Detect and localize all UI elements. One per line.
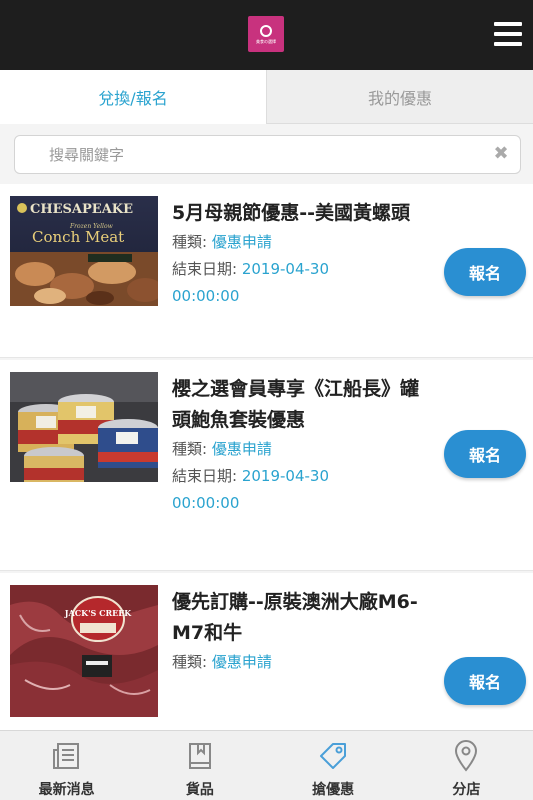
end-date-value: 2019-04-30 xyxy=(241,467,330,485)
book-icon xyxy=(183,739,217,773)
nav-label: 搶優惠 xyxy=(312,782,355,798)
enroll-button[interactable]: 報名 xyxy=(444,248,526,296)
image-product-text: Conch Meat xyxy=(32,228,124,246)
hamburger-menu-icon[interactable] xyxy=(494,22,522,46)
nav-item-deals[interactable]: 搶優惠 xyxy=(267,731,400,800)
category-value: 優惠申請 xyxy=(211,233,272,251)
end-date-label: 結束日期: xyxy=(172,260,238,278)
nav-item-goods[interactable]: 貨品 xyxy=(133,731,266,800)
image-brand-text: CHESAPEAKE xyxy=(30,202,133,217)
search-box: ✖ xyxy=(14,135,521,174)
brand-logo[interactable]: 美食の選擇 xyxy=(248,16,284,52)
offer-category: 種類: 優惠申請 xyxy=(172,229,430,256)
nav-item-news[interactable]: 最新消息 xyxy=(0,731,133,800)
close-icon[interactable]: ✖ xyxy=(492,145,510,163)
nav-item-branches[interactable]: 分店 xyxy=(400,731,533,800)
wagyu-beef-product-image: JACK'S CREEK xyxy=(10,585,158,717)
category-value: 優惠申請 xyxy=(211,653,272,671)
location-pin-icon xyxy=(449,739,483,773)
category-label: 種類: xyxy=(172,653,208,671)
end-time-value: 00:00:00 xyxy=(172,287,240,305)
logo-text: 美食の選擇 xyxy=(256,38,276,44)
tag-icon xyxy=(316,739,350,773)
category-label: 種類: xyxy=(172,233,208,251)
nav-label: 貨品 xyxy=(185,782,214,798)
enroll-button[interactable]: 報名 xyxy=(444,657,526,705)
list-item[interactable]: CHESAPEAKE Frozen Yellow Conch Meat 5月母親… xyxy=(0,184,533,358)
category-value: 優惠申請 xyxy=(211,440,272,458)
end-date-label: 結束日期: xyxy=(172,467,238,485)
enroll-button[interactable]: 報名 xyxy=(444,430,526,478)
offer-title[interactable]: 櫻之選會員專享《江船長》罐頭鮑魚套裝優惠 xyxy=(172,374,430,436)
offer-info: 5月母親節優惠--美國黃螺頭 種類: 優惠申請 結束日期: 2019-04-30… xyxy=(172,198,430,310)
logo-mark-icon xyxy=(260,24,272,37)
category-label: 種類: xyxy=(172,440,208,458)
offer-list: CHESAPEAKE Frozen Yellow Conch Meat 5月母親… xyxy=(0,184,533,733)
nav-label: 分店 xyxy=(452,782,481,798)
end-time-value: 00:00:00 xyxy=(172,494,240,512)
image-brand-text: JACK'S CREEK xyxy=(64,608,133,618)
canned-abalone-product-image xyxy=(10,372,158,482)
list-item[interactable]: JACK'S CREEK 優先訂購--原裝澳洲大廠M6-M7和牛 種類: 優惠申… xyxy=(0,573,533,733)
offer-title[interactable]: 5月母親節優惠--美國黃螺頭 xyxy=(172,198,430,229)
offer-category: 種類: 優惠申請 xyxy=(172,649,430,676)
offer-end-date: 結束日期: 2019-04-30 xyxy=(172,463,430,490)
list-item[interactable]: 櫻之選會員專享《江船長》罐頭鮑魚套裝優惠 種類: 優惠申請 結束日期: 2019… xyxy=(0,360,533,571)
top-bar: 美食の選擇 xyxy=(0,0,533,70)
offer-info: 櫻之選會員專享《江船長》罐頭鮑魚套裝優惠 種類: 優惠申請 結束日期: 2019… xyxy=(172,374,430,517)
tab-redeem-register[interactable]: 兌換/報名 xyxy=(0,70,266,124)
offer-info: 優先訂購--原裝澳洲大廠M6-M7和牛 種類: 優惠申請 xyxy=(172,587,430,676)
conch-meat-product-image: CHESAPEAKE Frozen Yellow Conch Meat xyxy=(10,196,158,306)
newspaper-icon xyxy=(50,739,84,773)
search-input[interactable] xyxy=(15,136,485,173)
offer-end-date: 結束日期: 2019-04-30 xyxy=(172,256,430,283)
bottom-nav: 最新消息 貨品 搶優惠 分店 xyxy=(0,730,533,800)
tab-bar: 兌換/報名 我的優惠 xyxy=(0,70,533,124)
end-date-value: 2019-04-30 xyxy=(241,260,330,278)
tab-my-offers[interactable]: 我的優惠 xyxy=(266,70,533,124)
offer-category: 種類: 優惠申請 xyxy=(172,436,430,463)
offer-title[interactable]: 優先訂購--原裝澳洲大廠M6-M7和牛 xyxy=(172,587,430,649)
nav-label: 最新消息 xyxy=(38,782,95,798)
